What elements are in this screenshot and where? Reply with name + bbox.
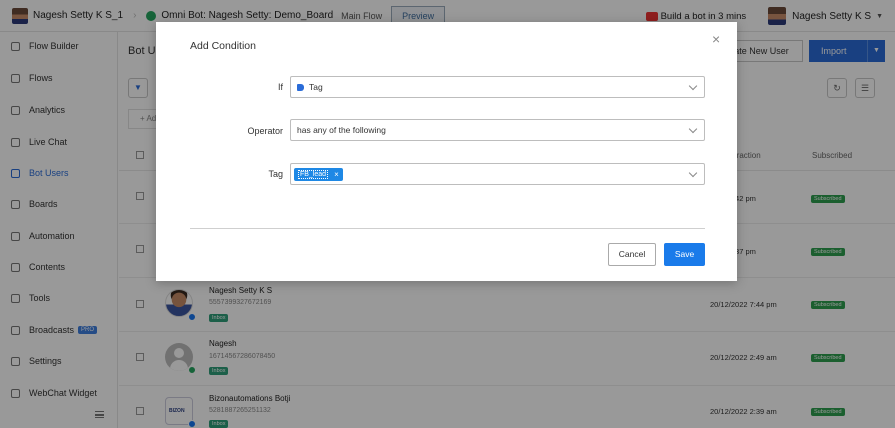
tag-chip-label: FB_lead bbox=[298, 169, 329, 179]
tag-multiselect[interactable]: FB_lead × bbox=[290, 163, 705, 185]
tag-chip: FB_lead × bbox=[294, 167, 343, 181]
operator-select[interactable]: has any of the following bbox=[290, 119, 705, 141]
add-condition-dialog: Add Condition × If Tag Operator has any … bbox=[156, 22, 737, 281]
if-label: If bbox=[277, 82, 283, 92]
save-button[interactable]: Save bbox=[664, 243, 705, 266]
chevron-down-icon bbox=[688, 168, 698, 178]
dialog-title: Add Condition bbox=[190, 40, 256, 52]
operator-selected-value: has any of the following bbox=[297, 125, 386, 135]
if-selected-value: Tag bbox=[309, 82, 323, 92]
chevron-down-icon bbox=[688, 124, 698, 134]
if-select[interactable]: Tag bbox=[290, 76, 705, 98]
tag-label: Tag bbox=[268, 169, 283, 179]
tag-icon bbox=[297, 83, 304, 91]
dialog-divider bbox=[190, 228, 705, 229]
cancel-button[interactable]: Cancel bbox=[608, 243, 656, 266]
close-icon[interactable]: × bbox=[712, 32, 720, 46]
remove-tag-icon[interactable]: × bbox=[334, 170, 339, 179]
operator-label: Operator bbox=[247, 126, 283, 136]
chevron-down-icon bbox=[688, 81, 698, 91]
